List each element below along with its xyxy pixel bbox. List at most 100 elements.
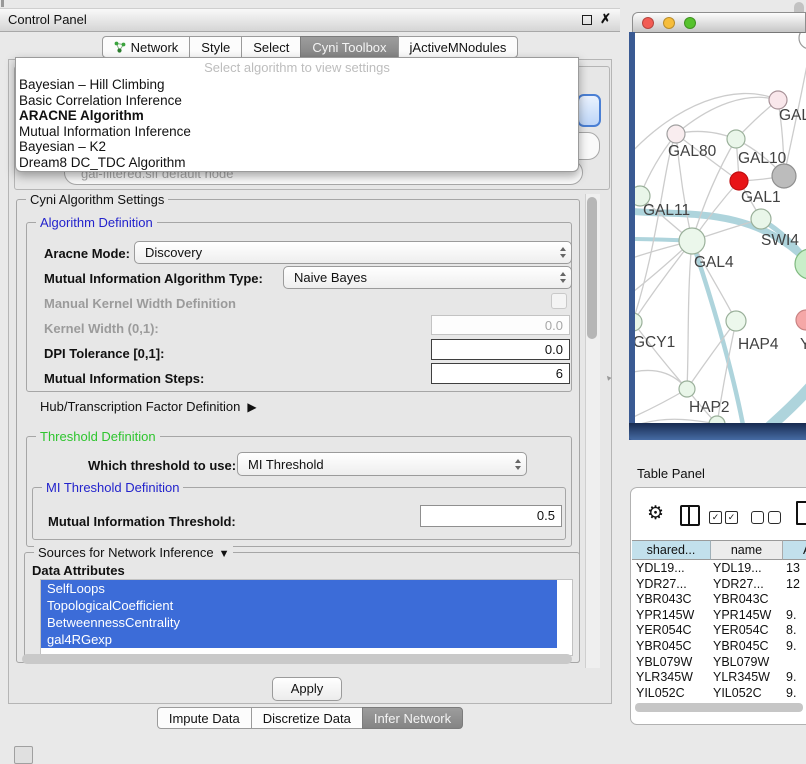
- table-row[interactable]: YIL052CYIL052C9.: [632, 686, 806, 701]
- tab-style[interactable]: Style: [189, 36, 242, 58]
- network-canvas[interactable]: GALGAL80GAL10GAL1GAL11SWI4GAL4GCY1HAP4YH…: [635, 33, 806, 423]
- dropdown-item[interactable]: Bayesian – Hill Climbing: [16, 77, 578, 93]
- network-node[interactable]: [726, 311, 746, 331]
- tab-select[interactable]: Select: [241, 36, 301, 58]
- aracne-mode-label: Aracne Mode:: [44, 246, 130, 261]
- manual-kernel-checkbox[interactable]: [551, 293, 567, 309]
- mi-type-select[interactable]: Naive Bayes: [283, 266, 572, 289]
- column-header-partial[interactable]: A: [783, 540, 806, 560]
- aracne-mode-select[interactable]: Discovery: [134, 241, 572, 264]
- table-cell: YLR345W: [636, 670, 710, 684]
- mi-threshold-label: Mutual Information Threshold:: [48, 514, 236, 529]
- unchecked-box-icon[interactable]: [751, 511, 764, 524]
- settings-hscrollbar-thumb[interactable]: [22, 654, 572, 664]
- data-attributes-label: Data Attributes: [32, 563, 125, 578]
- threshold-definition-title: Threshold Definition: [36, 429, 160, 444]
- network-node-label: HAP2: [689, 399, 730, 416]
- table-row[interactable]: YLR345WYLR345W9.: [632, 670, 806, 685]
- network-node-label: GAL: [779, 107, 806, 124]
- network-node[interactable]: [727, 130, 745, 148]
- table-row[interactable]: YDR27...YDR27...12: [632, 577, 806, 592]
- network-node[interactable]: [799, 33, 806, 49]
- network-node[interactable]: [667, 125, 685, 143]
- mi-steps-field[interactable]: 6: [431, 363, 570, 384]
- tab-label: jActiveMNodules: [410, 40, 507, 55]
- algorithm-dropdown: Select algorithm to view settings Bayesi…: [15, 57, 579, 172]
- dropdown-item[interactable]: ARACNE Algorithm: [16, 108, 578, 124]
- network-node[interactable]: [679, 381, 695, 397]
- attribute-item-selected[interactable]: BetweennessCentrality: [41, 614, 557, 631]
- mi-type-label: Mutual Information Algorithm Type:: [44, 271, 263, 286]
- network-node[interactable]: [751, 209, 771, 229]
- unchecked-box-icon[interactable]: [768, 511, 781, 524]
- network-node[interactable]: [730, 172, 748, 190]
- network-node-label: GCY1: [635, 334, 675, 351]
- network-edge: [765, 385, 806, 423]
- table-cell: 9.: [786, 670, 806, 684]
- which-threshold-select[interactable]: MI Threshold: [237, 452, 527, 476]
- aracne-mode-value: Discovery: [135, 245, 554, 260]
- dropdown-item[interactable]: Mutual Information Inference: [16, 124, 578, 140]
- float-window-icon[interactable]: [582, 15, 592, 25]
- table-row[interactable]: YBR045CYBR045C9.: [632, 639, 806, 654]
- table-cell: YER054C: [636, 623, 710, 637]
- columns-icon[interactable]: [680, 505, 700, 526]
- hub-definition-expander[interactable]: Hub/Transcription Factor Definition ▶: [40, 399, 257, 414]
- tab-infer-network[interactable]: Infer Network: [362, 707, 463, 729]
- network-node-label: GAL10: [738, 150, 787, 167]
- gear-icon[interactable]: ⚙: [647, 502, 664, 525]
- data-attributes-list[interactable]: SelfLoopsTopologicalCoefficientBetweenne…: [40, 579, 573, 656]
- table-row[interactable]: YPR145WYPR145W9.: [632, 608, 806, 623]
- apply-button[interactable]: Apply: [272, 677, 342, 701]
- tab-cyni-toolbox[interactable]: Cyni Toolbox: [300, 36, 398, 58]
- column-header-shared[interactable]: shared...: [632, 540, 711, 560]
- table-row[interactable]: YDL19...YDL19...13: [632, 561, 806, 576]
- cyni-bottom-tabs: Impute DataDiscretize DataInfer Network: [0, 707, 620, 729]
- network-icon: [114, 41, 126, 53]
- column-header-name[interactable]: name: [711, 540, 783, 560]
- focused-combo-button[interactable]: [577, 94, 601, 127]
- checked-box-icon[interactable]: ✓: [725, 511, 738, 524]
- combo-arrows-icon: [509, 453, 526, 475]
- network-node-label: GAL1: [741, 189, 781, 206]
- checked-box-icon[interactable]: ✓: [709, 511, 722, 524]
- close-icon[interactable]: ✗: [600, 11, 611, 27]
- network-window-titlebar[interactable]: [632, 12, 806, 33]
- network-edge: [687, 241, 692, 389]
- minimized-panel-box[interactable]: [14, 746, 33, 764]
- tab-impute-data[interactable]: Impute Data: [157, 707, 252, 729]
- table-cell: YDR27...: [636, 577, 710, 591]
- cyni-settings-title: Cyni Algorithm Settings: [26, 192, 168, 207]
- network-node[interactable]: [772, 164, 796, 188]
- table-cell: 9.: [786, 639, 806, 653]
- sources-title[interactable]: Sources for Network Inference▼: [34, 545, 233, 560]
- tab-network[interactable]: Network: [102, 36, 191, 58]
- mi-threshold-field[interactable]: 0.5: [420, 505, 562, 527]
- kernel-width-field[interactable]: 0.0: [431, 315, 570, 335]
- network-node[interactable]: [796, 310, 806, 330]
- dropdown-item[interactable]: Dream8 DC_TDC Algorithm: [16, 155, 578, 171]
- table-panel: ⚙ ✓ ✓ shared... name A YDL19...YDL19...1…: [630, 487, 806, 725]
- table-row[interactable]: YBR043CYBR043C: [632, 592, 806, 607]
- table-row[interactable]: YER054CYER054C8.: [632, 623, 806, 638]
- table-row[interactable]: YBL079WYBL079W: [632, 655, 806, 670]
- table-cell: YIL052C: [636, 686, 710, 700]
- dropdown-item[interactable]: Bayesian – K2: [16, 139, 578, 155]
- tab-label: Network: [131, 40, 179, 55]
- settings-vscrollbar-thumb[interactable]: [587, 197, 597, 339]
- page-icon[interactable]: [796, 501, 806, 525]
- table-hscrollbar-thumb[interactable]: [635, 703, 803, 712]
- close-traffic-icon[interactable]: [642, 17, 654, 29]
- attribute-item-selected[interactable]: gal4RGexp: [41, 631, 557, 648]
- tab-jactivemnodules[interactable]: jActiveMNodules: [398, 36, 519, 58]
- kernel-width-label: Kernel Width (0,1):: [44, 321, 159, 336]
- dpi-tolerance-field[interactable]: 0.0: [431, 339, 570, 360]
- network-node[interactable]: [635, 313, 642, 331]
- minimize-traffic-icon[interactable]: [663, 17, 675, 29]
- attribute-item-selected[interactable]: SelfLoops: [41, 580, 557, 597]
- tab-discretize-data[interactable]: Discretize Data: [251, 707, 363, 729]
- network-node[interactable]: [679, 228, 705, 254]
- zoom-traffic-icon[interactable]: [684, 17, 696, 29]
- dropdown-item[interactable]: Basic Correlation Inference: [16, 93, 578, 109]
- attribute-item-selected[interactable]: TopologicalCoefficient: [41, 597, 557, 614]
